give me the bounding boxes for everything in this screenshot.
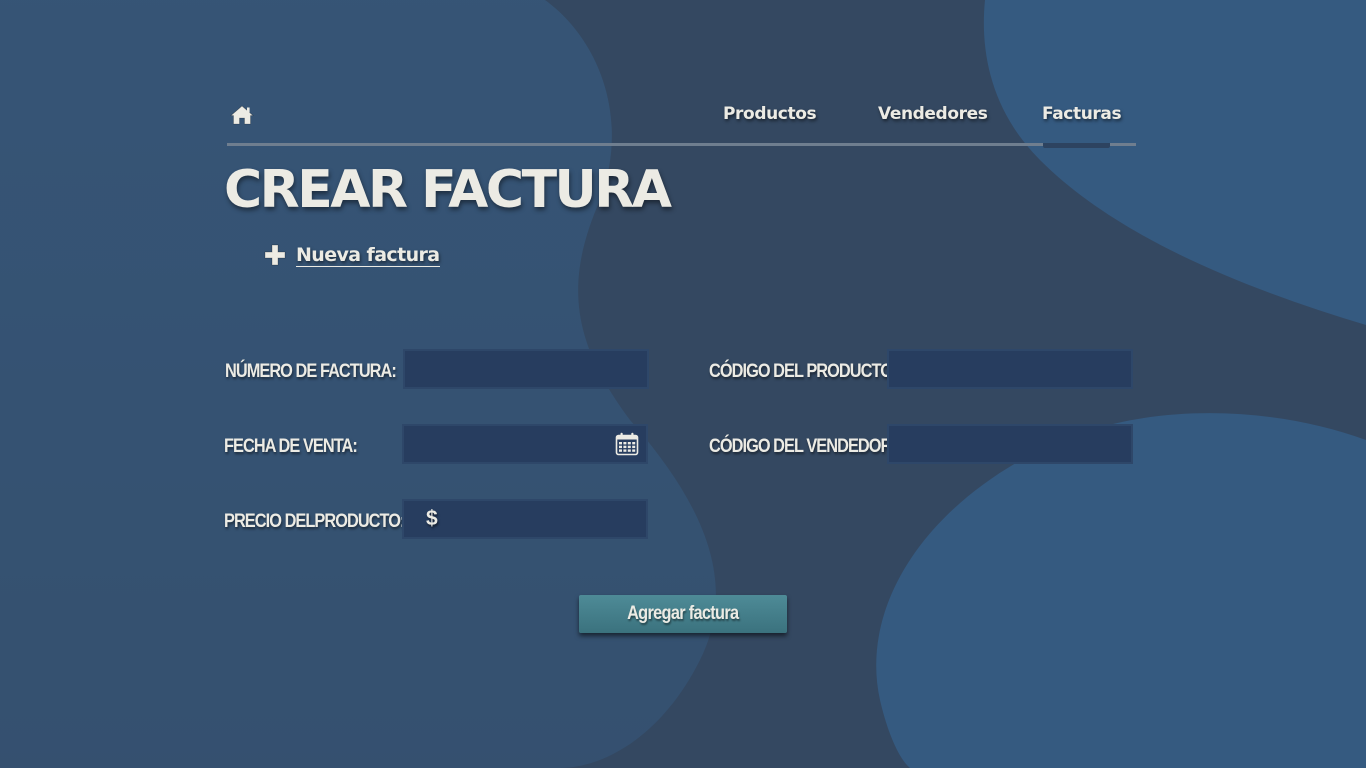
seller-code-label: CÓDIGO DEL VENDEDOR: [709, 436, 897, 457]
nav-link-vendedores[interactable]: Vendedores [878, 104, 988, 124]
home-icon[interactable] [230, 104, 254, 126]
new-invoice-link[interactable]: Nueva factura [264, 241, 440, 269]
nav-link-facturas[interactable]: Facturas [1042, 104, 1122, 124]
top-navigation: Productos Vendedores Facturas [227, 92, 1136, 148]
new-invoice-label: Nueva factura [296, 243, 440, 267]
nav-link-productos[interactable]: Productos [723, 104, 817, 124]
seller-code-input[interactable] [887, 424, 1133, 464]
page-title: CREAR FACTURA [224, 160, 672, 220]
add-invoice-button-label: Agregar factura [627, 603, 739, 624]
calendar-icon[interactable] [615, 432, 639, 456]
currency-prefix: $ [426, 507, 438, 530]
product-code-label: CÓDIGO DEL PRODUCTO: [709, 361, 897, 382]
sale-date-label: FECHA DE VENTA: [224, 436, 358, 457]
nav-divider [227, 143, 1136, 146]
product-price-input[interactable]: $ [402, 499, 648, 539]
product-code-input[interactable] [887, 349, 1133, 389]
active-tab-indicator [1043, 143, 1110, 148]
product-price-label: PRECIO DELPRODUCTO: [224, 511, 405, 532]
add-invoice-button[interactable]: Agregar factura [579, 595, 787, 633]
sale-date-input[interactable] [402, 424, 648, 464]
invoice-number-label: NÚMERO DE FACTURA: [225, 361, 397, 382]
invoice-number-input[interactable] [403, 349, 649, 389]
plus-icon [264, 244, 286, 266]
